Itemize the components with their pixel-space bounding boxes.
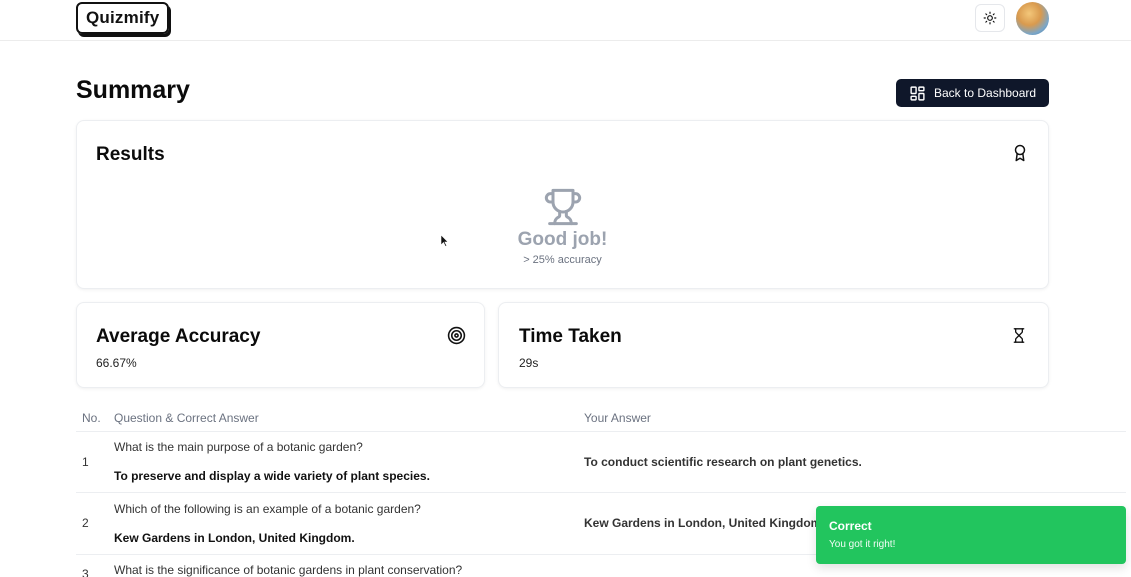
toast-title: Correct [829,519,872,533]
accuracy-title: Average Accuracy [96,326,261,347]
theme-toggle-button[interactable] [975,4,1005,32]
correct-answer: Kew Gardens in London, United Kingdom. [114,530,355,545]
question-cell: What is the main purpose of a botanic ga… [108,431,578,493]
sun-icon [983,11,997,25]
average-accuracy-card: Average Accuracy 66.67% [76,302,485,388]
toast-notification[interactable]: Correct You got it right! [816,506,1126,564]
layout-dashboard-icon [910,85,925,101]
back-button-label: Back to Dashboard [934,86,1037,100]
trophy-icon [544,188,581,226]
row-number: 2 [76,492,108,555]
results-title: Results [96,144,165,165]
back-to-dashboard-button[interactable]: Back to Dashboard [896,79,1049,107]
question-cell: Which of the following is an example of … [108,492,578,555]
results-subtitle: > 25% accuracy [523,254,602,266]
row-number: 3 [76,554,108,577]
question-text: Which of the following is an example of … [114,501,421,516]
results-summary: Good job! > 25% accuracy [77,187,1048,266]
top-navbar: Quizmify [0,0,1131,41]
column-header-no: No. [76,405,108,432]
user-avatar[interactable] [1016,2,1049,35]
time-taken-card: Time Taken 29s [498,302,1049,388]
hourglass-icon [1013,328,1025,343]
question-text: What is the main purpose of a botanic ga… [114,440,363,454]
column-header-question: Question & Correct Answer [108,405,578,432]
user-answer: To conduct scientific research on plant … [578,431,1126,493]
time-value: 29s [519,356,539,370]
question-cell: What is the significance of botanic gard… [108,554,578,577]
target-icon [447,326,466,345]
mouse-cursor-icon [441,235,449,247]
time-title: Time Taken [519,326,622,347]
question-text: What is the significance of botanic gard… [114,562,463,577]
award-icon [1014,144,1026,162]
page-title: Summary [76,76,190,104]
accuracy-value: 66.67% [96,356,137,370]
table-header-row: No. Question & Correct Answer Your Answe… [76,405,1126,432]
results-heading: Good job! [517,229,608,250]
app-logo[interactable]: Quizmify [76,2,170,34]
correct-answer: To preserve and display a wide variety o… [114,469,430,483]
row-number: 1 [76,431,108,493]
column-header-your-answer: Your Answer [578,405,1126,432]
table-row: 1 What is the main purpose of a botanic … [76,431,1126,493]
toast-description: You got it right! [829,539,896,550]
results-card: Results Good job! > 25% accuracy [76,120,1049,289]
